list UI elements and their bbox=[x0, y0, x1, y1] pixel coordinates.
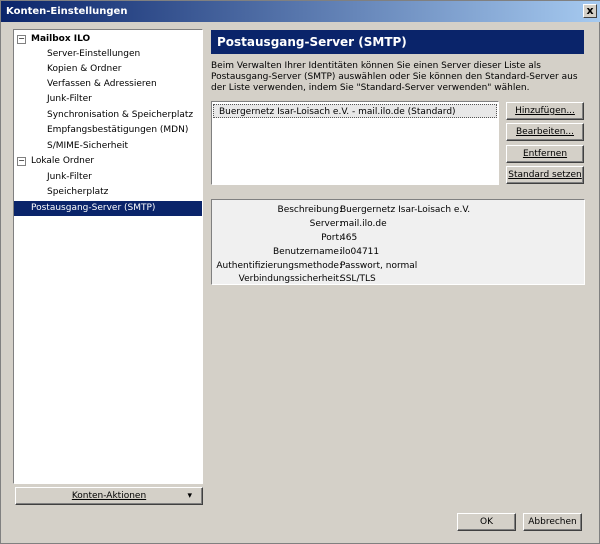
ok-button[interactable]: OK bbox=[457, 513, 516, 531]
detail-label: Verbindungssicherheit: bbox=[238, 274, 342, 284]
panel-description: Beim Verwalten Ihrer Identitäten können … bbox=[211, 61, 578, 93]
account-actions-button[interactable]: Konten-Aktionen ▾ bbox=[15, 487, 203, 505]
add-server-label: Hinzufügen... bbox=[515, 106, 575, 116]
tree-item-server-settings[interactable]: Server-Einstellungen bbox=[14, 47, 202, 62]
tree-item-junk-filter[interactable]: Junk-Filter bbox=[14, 92, 202, 107]
tree-item-local-folders[interactable]: − Lokale Ordner bbox=[14, 154, 202, 169]
detail-value: 465 bbox=[340, 233, 358, 243]
edit-server-label: Bearbeiten... bbox=[515, 127, 575, 137]
tree-item-label: Server-Einstellungen bbox=[47, 49, 141, 59]
account-settings-window: Konten-Einstellungen x − Mailbox ILO Ser… bbox=[0, 0, 600, 544]
detail-label: Benutzername: bbox=[272, 247, 342, 257]
smtp-server-list[interactable]: Buergernetz Isar-Loisach e.V. - mail.ilo… bbox=[211, 101, 499, 185]
panel-title: Postausgang-Server (SMTP) bbox=[211, 30, 584, 54]
detail-value: Buergernetz Isar-Loisach e.V. bbox=[340, 205, 471, 215]
dropdown-arrow-icon: ▾ bbox=[187, 491, 192, 501]
tree-item-label: Verfassen & Adressieren bbox=[47, 79, 157, 89]
tree-item-receipts[interactable]: Empfangsbestätigungen (MDN) bbox=[14, 123, 202, 138]
detail-row-username: Benutzername: ilo04711 bbox=[212, 245, 584, 259]
account-tree[interactable]: − Mailbox ILO Server-Einstellungen Kopie… bbox=[13, 29, 203, 484]
tree-item-label: Kopien & Ordner bbox=[47, 64, 122, 74]
tree-item-smime[interactable]: S/MIME-Sicherheit bbox=[14, 139, 202, 154]
detail-value: ilo04711 bbox=[340, 247, 380, 257]
tree-item-sync-storage[interactable]: Synchronisation & Speicherplatz bbox=[14, 108, 202, 123]
detail-label: Port: bbox=[321, 233, 342, 243]
tree-item-composition[interactable]: Verfassen & Adressieren bbox=[14, 77, 202, 92]
detail-value: Passwort, normal bbox=[340, 261, 418, 271]
detail-row-connection-security: Verbindungssicherheit: SSL/TLS bbox=[212, 272, 584, 286]
cancel-button[interactable]: Abbrechen bbox=[523, 513, 582, 531]
tree-item-label: Junk-Filter bbox=[47, 94, 92, 104]
set-default-label: Standard setzen bbox=[508, 170, 582, 180]
detail-row-description: Beschreibung: Buergernetz Isar-Loisach e… bbox=[212, 203, 584, 217]
account-actions-label: Konten-Aktionen bbox=[71, 491, 147, 501]
window-title: Konten-Einstellungen bbox=[6, 6, 128, 17]
tree-item-local-junk-filter[interactable]: Junk-Filter bbox=[14, 170, 202, 185]
tree-item-label: Junk-Filter bbox=[47, 172, 92, 182]
ok-label: OK bbox=[480, 517, 493, 527]
detail-label: Beschreibung: bbox=[277, 205, 342, 215]
detail-row-port: Port: 465 bbox=[212, 231, 584, 245]
detail-label: Server: bbox=[309, 219, 342, 229]
collapse-icon[interactable]: − bbox=[17, 157, 26, 166]
tree-item-label: Lokale Ordner bbox=[31, 156, 95, 166]
add-server-button[interactable]: Hinzufügen... bbox=[506, 102, 584, 120]
remove-server-label: Entfernen bbox=[522, 149, 568, 159]
tree-item-label: Empfangsbestätigungen (MDN) bbox=[47, 125, 189, 135]
tree-item-outgoing-server[interactable]: Postausgang-Server (SMTP) bbox=[14, 201, 202, 216]
detail-value: SSL/TLS bbox=[340, 274, 376, 284]
tree-item-mailbox-ilo[interactable]: − Mailbox ILO bbox=[14, 32, 202, 47]
detail-row-auth-method: Authentifizierungsmethode: Passwort, nor… bbox=[212, 259, 584, 273]
close-button[interactable]: x bbox=[583, 4, 597, 18]
smtp-server-item[interactable]: Buergernetz Isar-Loisach e.V. - mail.ilo… bbox=[213, 104, 497, 118]
remove-server-button[interactable]: Entfernen bbox=[506, 145, 584, 163]
close-icon: x bbox=[586, 4, 594, 17]
edit-server-button[interactable]: Bearbeiten... bbox=[506, 123, 584, 141]
tree-item-copies-folders[interactable]: Kopien & Ordner bbox=[14, 62, 202, 77]
tree-item-local-storage[interactable]: Speicherplatz bbox=[14, 185, 202, 200]
tree-item-label: Mailbox ILO bbox=[31, 34, 91, 44]
collapse-icon[interactable]: − bbox=[17, 35, 26, 44]
detail-value: mail.ilo.de bbox=[340, 219, 387, 229]
set-default-button[interactable]: Standard setzen bbox=[506, 166, 584, 184]
detail-label: Authentifizierungsmethode: bbox=[216, 261, 342, 271]
tree-item-label: Synchronisation & Speicherplatz bbox=[47, 110, 194, 120]
tree-item-label: S/MIME-Sicherheit bbox=[47, 141, 129, 151]
cancel-label: Abbrechen bbox=[528, 517, 577, 527]
title-bar[interactable]: Konten-Einstellungen x bbox=[1, 1, 600, 22]
tree-item-label: Postausgang-Server (SMTP) bbox=[31, 203, 156, 213]
detail-row-server: Server: mail.ilo.de bbox=[212, 217, 584, 231]
server-details: Beschreibung: Buergernetz Isar-Loisach e… bbox=[211, 199, 585, 285]
tree-item-label: Speicherplatz bbox=[47, 187, 109, 197]
